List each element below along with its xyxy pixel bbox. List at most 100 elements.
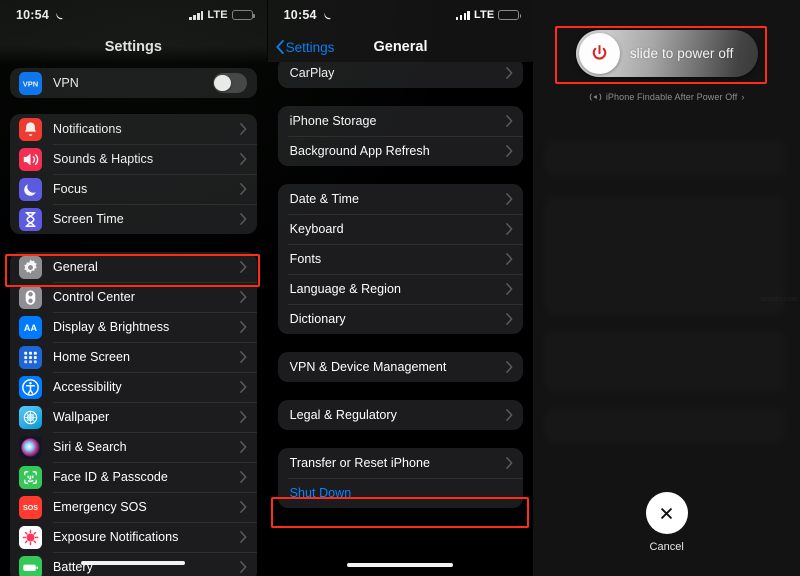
- chevron-right-icon: [506, 457, 513, 469]
- settings-row-dictionary[interactable]: Dictionary: [278, 304, 524, 334]
- group-vpn: VPN VPN: [10, 68, 257, 98]
- group-vpn-device-management: VPN & Device Management: [278, 352, 524, 382]
- cellular-bars-icon: [456, 10, 470, 20]
- status-right-group: LTE: [189, 9, 253, 21]
- settings-row-language-region[interactable]: Language & Region: [278, 274, 524, 304]
- chevron-right-icon: [240, 153, 247, 165]
- status-right-group: LTE: [456, 9, 520, 21]
- chevron-right-icon: [240, 561, 247, 573]
- display-brightness-icon: AA: [19, 316, 42, 339]
- settings-row-keyboard[interactable]: Keyboard: [278, 214, 524, 244]
- settings-row-vpn[interactable]: VPN VPN: [10, 68, 257, 98]
- chevron-right-icon: [240, 321, 247, 333]
- status-bar-middle: 10:54 LTE: [268, 0, 534, 30]
- settings-row-siri-search[interactable]: Siri & Search: [10, 432, 257, 462]
- panel-general-settings: 10:54 LTE Settings General: [267, 0, 534, 576]
- chevron-right-icon: [506, 145, 513, 157]
- cellular-bars-icon: [189, 10, 203, 20]
- group-general: General Control Center AA Display & Brig…: [10, 252, 257, 576]
- siri-search-icon: [19, 436, 42, 459]
- group-datetime: Date & Time Keyboard Fonts Language & Re…: [278, 184, 524, 334]
- settings-row-label: Transfer or Reset iPhone: [290, 456, 507, 470]
- panel-power-off: slide to power off iPhone Findable After…: [533, 0, 800, 576]
- settings-row-notifications[interactable]: Notifications: [10, 114, 257, 144]
- settings-row-focus[interactable]: Focus: [10, 174, 257, 204]
- svg-text:AA: AA: [24, 322, 38, 332]
- accessibility-icon: [19, 376, 42, 399]
- panel-settings-list: 10:54 LTE Settings VPN: [0, 0, 267, 576]
- settings-row-legal-regulatory[interactable]: Legal & Regulatory: [278, 400, 524, 430]
- settings-row-label: Accessibility: [53, 380, 240, 394]
- settings-row-fonts[interactable]: Fonts: [278, 244, 524, 274]
- back-to-settings-button[interactable]: Settings: [276, 30, 335, 64]
- settings-row-label: Control Center: [53, 290, 240, 304]
- vpn-toggle[interactable]: [213, 73, 247, 93]
- chevron-right-icon: [240, 531, 247, 543]
- chevron-right-icon: [240, 213, 247, 225]
- chevron-right-icon: [506, 223, 513, 235]
- back-button-label: Settings: [286, 40, 335, 55]
- general-gear-icon: [19, 256, 42, 279]
- crescent-moon-icon: [53, 10, 64, 21]
- group-notifications: Notifications Sounds & Haptics Focus: [10, 114, 257, 234]
- sounds-haptics-icon: [19, 148, 42, 171]
- chevron-right-icon: [240, 351, 247, 363]
- iphone-findable-row[interactable]: iPhone Findable After Power Off ›: [533, 92, 800, 102]
- settings-row-label: Siri & Search: [53, 440, 240, 454]
- settings-row-accessibility[interactable]: Accessibility: [10, 372, 257, 402]
- status-time-group: 10:54: [16, 8, 64, 22]
- settings-row-control-center[interactable]: Control Center: [10, 282, 257, 312]
- emergency-sos-icon: SOS: [19, 496, 42, 519]
- settings-row-label: Home Screen: [53, 350, 240, 364]
- cancel-button[interactable]: Cancel: [533, 492, 800, 553]
- settings-row-vpn-device-management[interactable]: VPN & Device Management: [278, 352, 524, 382]
- settings-row-transfer-or-reset[interactable]: Transfer or Reset iPhone: [278, 448, 524, 478]
- settings-row-face-id-passcode[interactable]: Face ID & Passcode: [10, 462, 257, 492]
- general-title-bar: Settings General: [268, 30, 534, 64]
- settings-row-label: Screen Time: [53, 212, 240, 226]
- settings-row-date-time[interactable]: Date & Time: [278, 184, 524, 214]
- wallpaper-icon: [19, 406, 42, 429]
- slide-to-power-off-slider[interactable]: slide to power off: [576, 30, 758, 77]
- notifications-icon: [19, 118, 42, 141]
- home-indicator-middle: [347, 563, 453, 567]
- crescent-moon-icon: [321, 10, 332, 21]
- group-storage: iPhone Storage Background App Refresh: [278, 106, 524, 166]
- face-id-icon: [19, 466, 42, 489]
- slide-to-power-off-label: slide to power off: [576, 46, 758, 61]
- exposure-notifications-icon: [19, 526, 42, 549]
- settings-row-emergency-sos[interactable]: SOS Emergency SOS: [10, 492, 257, 522]
- settings-row-label: Date & Time: [290, 192, 507, 206]
- settings-row-label: Language & Region: [290, 282, 507, 296]
- focus-icon: [19, 178, 42, 201]
- chevron-right-icon: [240, 441, 247, 453]
- group-transfer-reset: Transfer or Reset iPhone Shut Down: [278, 448, 524, 508]
- settings-row-display-brightness[interactable]: AA Display & Brightness: [10, 312, 257, 342]
- settings-row-screen-time[interactable]: Screen Time: [10, 204, 257, 234]
- settings-row-home-screen[interactable]: Home Screen: [10, 342, 257, 372]
- settings-row-label: Face ID & Passcode: [53, 470, 240, 484]
- settings-row-background-app-refresh[interactable]: Background App Refresh: [278, 136, 524, 166]
- settings-row-sounds-haptics[interactable]: Sounds & Haptics: [10, 144, 257, 174]
- svg-text:VPN: VPN: [23, 79, 38, 88]
- settings-row-shut-down[interactable]: Shut Down: [278, 478, 524, 508]
- battery-icon: [19, 556, 42, 576]
- page-title: General: [373, 39, 427, 55]
- status-bar-left: 10:54 LTE: [0, 0, 267, 30]
- settings-row-label: Legal & Regulatory: [290, 408, 507, 422]
- settings-row-exposure-notifications[interactable]: Exposure Notifications: [10, 522, 257, 552]
- chevron-right-icon: [240, 291, 247, 303]
- settings-row-label: VPN & Device Management: [290, 360, 507, 374]
- battery-low-power-icon: [498, 10, 519, 21]
- chevron-right-icon: [506, 409, 513, 421]
- watermark: wsxdn.com: [761, 296, 798, 303]
- home-indicator-left: [81, 561, 185, 565]
- settings-row-wallpaper[interactable]: Wallpaper: [10, 402, 257, 432]
- settings-row-label: Keyboard: [290, 222, 507, 236]
- settings-row-iphone-storage[interactable]: iPhone Storage: [278, 106, 524, 136]
- battery-low-power-icon: [232, 10, 253, 21]
- settings-row-label: Exposure Notifications: [53, 530, 240, 544]
- settings-row-label: Focus: [53, 182, 240, 196]
- screen-time-icon: [19, 208, 42, 231]
- settings-row-general[interactable]: General: [10, 252, 257, 282]
